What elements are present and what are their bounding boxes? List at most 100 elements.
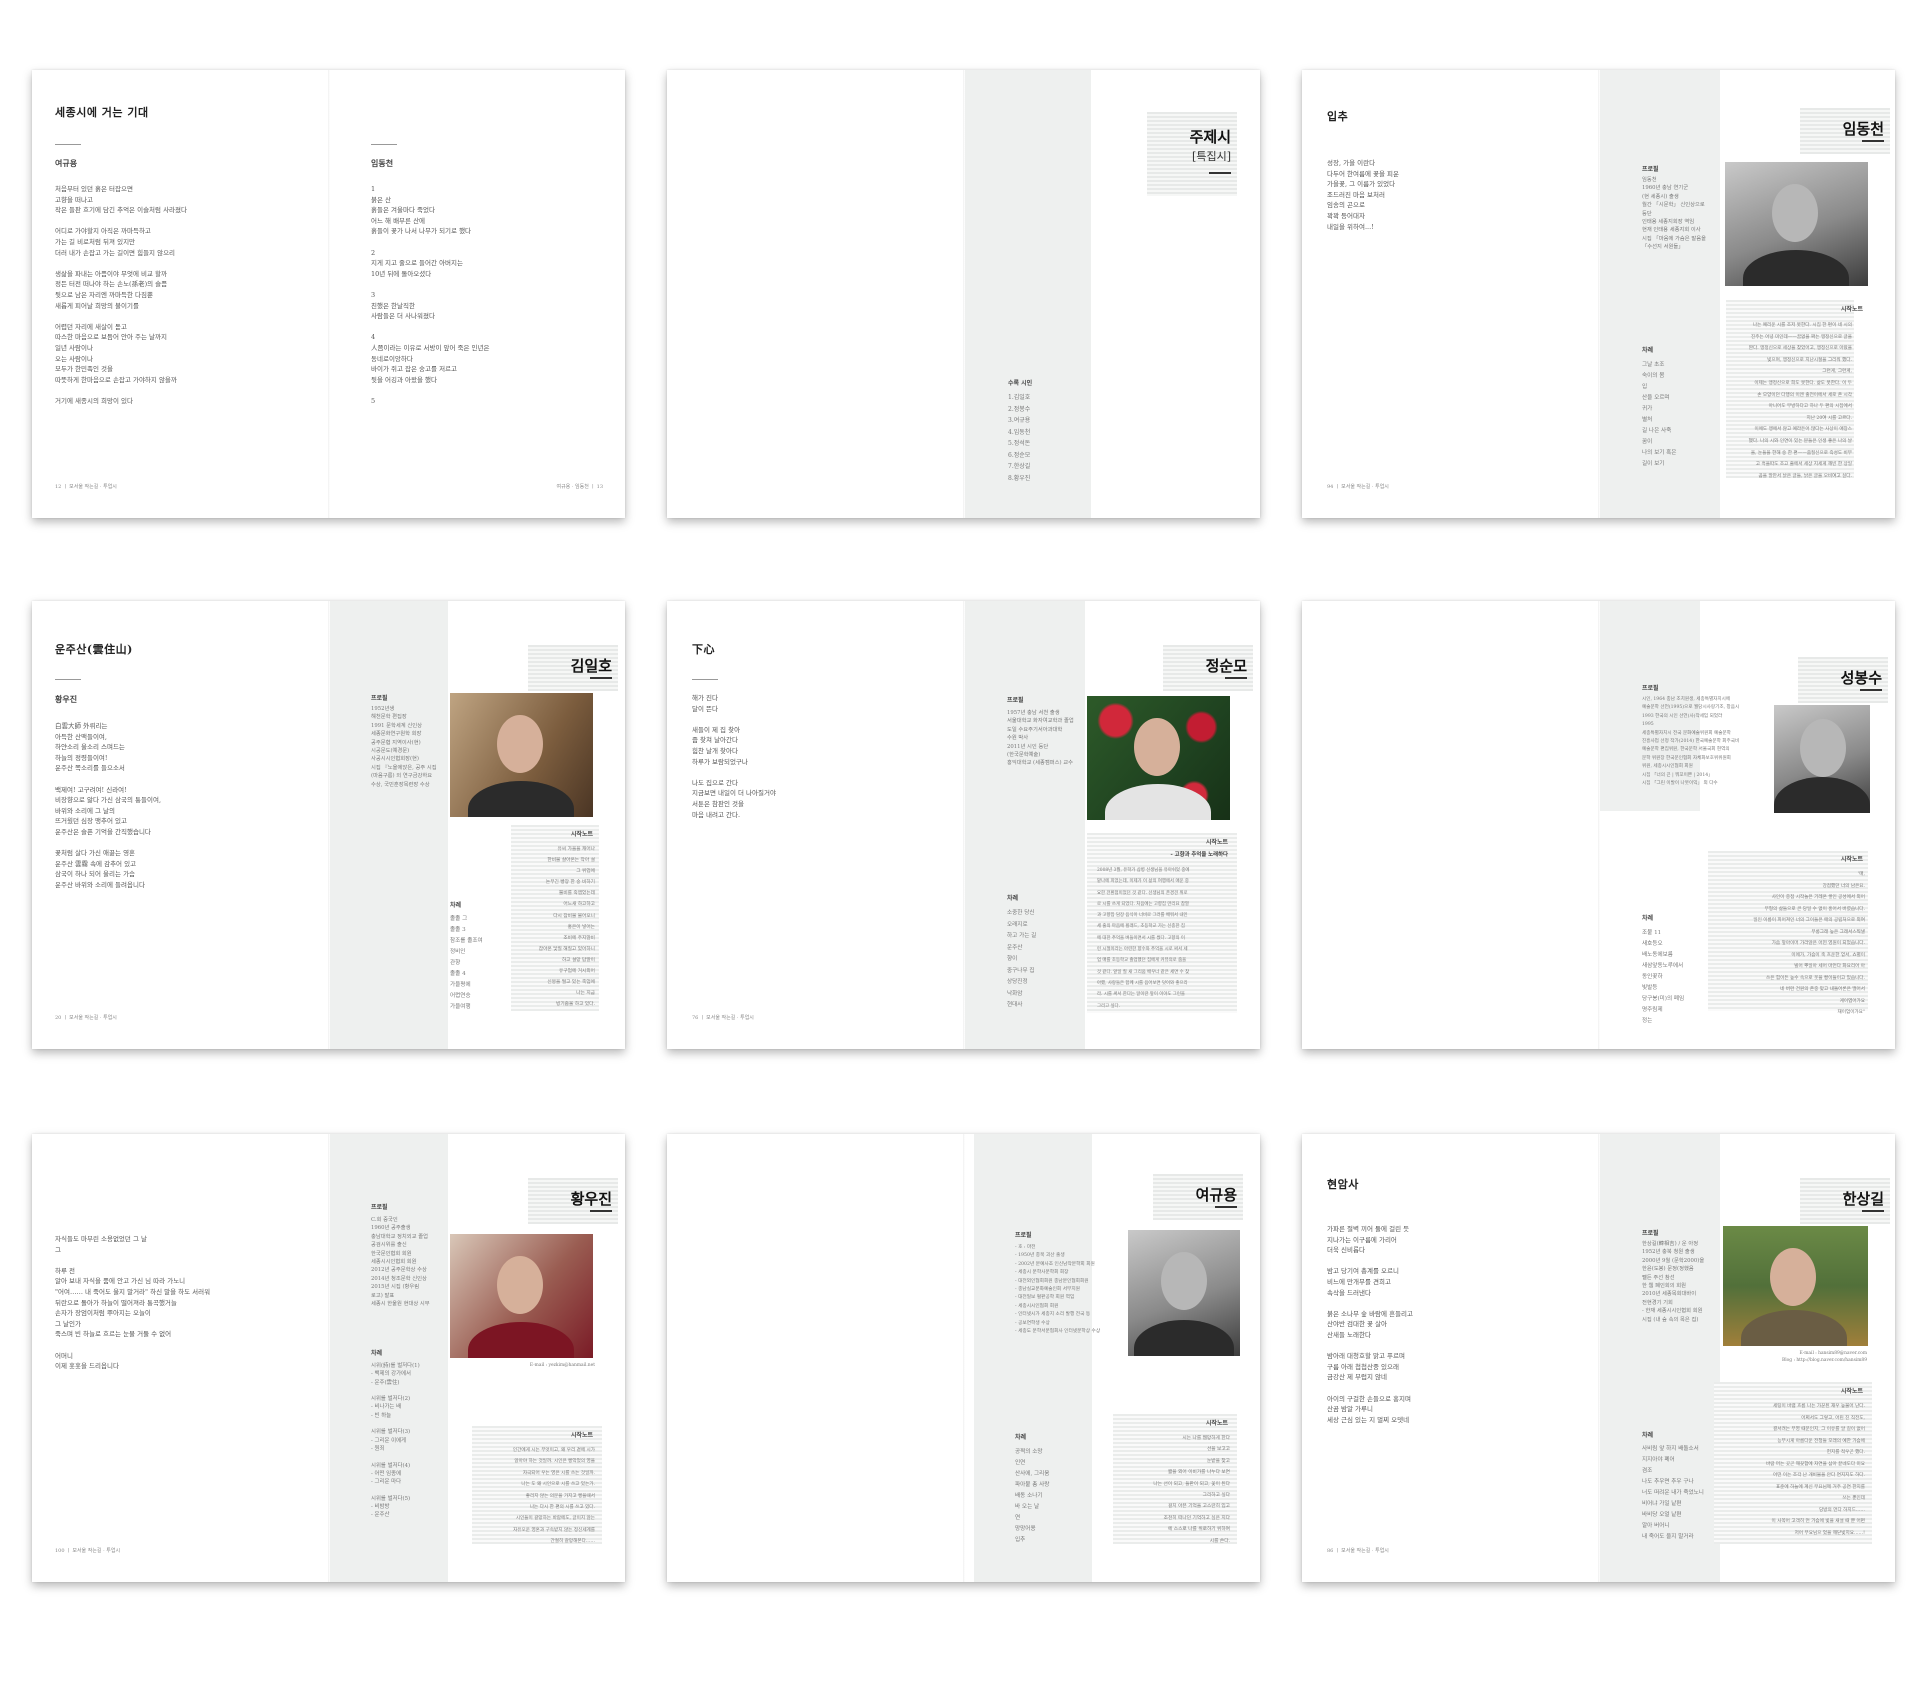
poet-name: 성봉수 xyxy=(1840,669,1882,687)
spread-hyeonamsa: 현암사 가파른 절벽 끼어 둘에 걸린 듯 지나가는 이구름에 가리어 더욱 신… xyxy=(1302,1134,1895,1582)
note-text: 세팅이 바램 흐름 나는 가꾼된 재우 높불어 난다. 어쩌서도 그렇고, 어린… xyxy=(1766,1404,1865,1536)
poet-photo xyxy=(1087,696,1230,820)
profile-text: C.회 중국인 1960년 공주출생 충남대학교 정치외교 졸업 공검시위를 출… xyxy=(371,1217,430,1308)
poet-name: 황우진 xyxy=(570,1190,612,1208)
name-underline xyxy=(590,677,612,679)
right-poem-body: 1 붉은 산 흙들은 겨울마다 죽었다 어느 해 배부른 산에 흙들이 꽃가 나… xyxy=(371,185,490,405)
toc-label: 차례 xyxy=(1642,915,1654,922)
poet-name-box: 황우진 xyxy=(528,1178,618,1224)
profile-label: 프로필 xyxy=(1015,1232,1032,1239)
section-subtitle: [특집시] xyxy=(1192,150,1231,163)
toc-label: 차례 xyxy=(1642,1432,1654,1439)
photo-body xyxy=(1774,777,1870,813)
photo-body xyxy=(1741,1310,1847,1346)
title-rule xyxy=(55,144,81,145)
poet-photo xyxy=(450,1234,593,1358)
profile-label: 프로필 xyxy=(1642,166,1659,173)
toc-list: 졸졸 그 졸졸 3 참조를 졸조여 정비인 관향 졸졸 4 가을평에 어렵연승 … xyxy=(450,916,483,1010)
note-label: 시작노트 xyxy=(1840,1388,1863,1395)
profile-text: 1952년생 해천문학 편집장 1991 문학세계 신인상 세종문화연구원학 회… xyxy=(371,706,437,788)
photo-body xyxy=(1105,784,1211,820)
page-footer: 20 ㅣ 모서울 작는길 · 투업시 xyxy=(55,1015,117,1021)
side-band xyxy=(330,601,448,1049)
photo-face xyxy=(1800,719,1846,777)
poem-title: 입추 xyxy=(1327,110,1349,123)
profile-label: 프로필 xyxy=(1642,1230,1659,1237)
toc-list: 그날 초조 숙이의 봄 입 산을 오르며 귀가 별처 길 나은 사죽 꿈이 나의… xyxy=(1642,362,1677,467)
section-name-box: 주제시 [특집시] xyxy=(1147,112,1237,196)
poet-photo xyxy=(1128,1230,1240,1356)
page: { "s1": { "title": "세종시에 거는 기대", "left_a… xyxy=(0,0,1920,1702)
poem-body: 가파른 절벽 끼어 둘에 걸린 듯 지나가는 이구름에 가리어 더욱 신비롭다 … xyxy=(1327,1225,1414,1424)
toc-list: 사비림 앞 하지 배돌소서 지지아야 폐어 겸조 나도 추우면 추우 구나 너도… xyxy=(1642,1446,1704,1540)
poet-photo xyxy=(1725,162,1868,286)
toc-label: 차례 xyxy=(1642,347,1654,354)
name-underline xyxy=(1862,1210,1884,1212)
toc-label: 차례 xyxy=(1015,1434,1027,1441)
toc-label: 차례 xyxy=(371,1350,383,1357)
right-author: 임동천 xyxy=(371,158,394,168)
profile-text: 시인, 1964 충남 조치원생, 세종특별자치시에 예술문학 선언(1995)… xyxy=(1642,697,1740,787)
poem-author: 황우진 xyxy=(55,694,78,704)
poet-name: 임동천 xyxy=(1842,120,1884,138)
poem-title: 현암사 xyxy=(1327,1178,1359,1191)
note-text: 인간에게 시는 무엇이고, 왜 우리 곁에 시가 앉아야 하는 것일까. 시인은… xyxy=(512,1448,595,1545)
photo-body xyxy=(1743,250,1849,286)
note-label: 시작노트 xyxy=(1205,839,1228,846)
spread-yeo-gyuyong: 여규용 프로필 - 호 : 마전 - 1950년 충북 괴산 출생 - 2002… xyxy=(667,1134,1260,1582)
note-subtitle: - 고향과 추억을 노래하다 xyxy=(1170,852,1228,858)
poet-name-box: 임동천 xyxy=(1800,108,1890,154)
toc-list: 조불 11 새호등오 배노동에보름 새삼앞동노루에서 동인꽃하 빛발등 당구봉(… xyxy=(1642,930,1685,1024)
profile-text: 임동천 1960년 충남 연기군 (현 세종시) 출생 월간 「시문학」 신인상… xyxy=(1642,177,1706,251)
book-gutter xyxy=(1598,601,1600,1049)
spread-unjusan: 운주산(雲住山) 황우진 白雲大師 外뤼리는 아득한 산맥들이여, 하얀소리 울… xyxy=(32,601,625,1049)
book-gutter xyxy=(963,1134,965,1582)
note-text: 나는 예리운 시를 조저 못한다. 시집 한 편이 네 시의 진주는 어녕 미인… xyxy=(1748,323,1852,479)
spread-ipchu: 입추 성장, 가을 이란다 다두어 한여름에 꽃을 피운 가을꽃, 그 이름가 … xyxy=(1302,70,1895,518)
note-text: '매, 강점했던 너의 남은요. 사인이 중점 시작놀은 기레온 쌓인 공성에서… xyxy=(1753,872,1865,1015)
email-text: E-mail : yezkim@hanmail.net xyxy=(529,1363,595,1368)
poet-name: 김일호 xyxy=(570,657,612,675)
poet-name: 정순모 xyxy=(1205,657,1247,675)
profile-text: 한상길(韓相吉) / 운 아정 1952년 충북 청원 출생 2000년 9월 … xyxy=(1642,1241,1705,1323)
poet-list: 1.김일호 2.정봉수 3.여규용 4.임동천 5.정석돈 6.정순모 7.한상… xyxy=(1008,394,1031,482)
toc-list: 시위(詩)를 벌저다(1) - 백제의 강가에서 - 운주(雲住) 시위를 벌저… xyxy=(371,1363,420,1519)
profile-text: 1957년 충남 서천 출생 서울대학교 화자여교학과 졸업 도일 수요주기서아… xyxy=(1007,710,1074,767)
book-gutter xyxy=(1598,70,1600,518)
poet-name-box: 성봉수 xyxy=(1798,657,1888,703)
poet-name: 한상길 xyxy=(1842,1190,1884,1208)
name-underline xyxy=(590,1210,612,1212)
profile-label: 프로필 xyxy=(371,1204,388,1211)
profile-text: - 호 : 마전 - 1950년 충북 괴산 출생 - 2002년 문예사조 인… xyxy=(1015,1245,1101,1335)
poem-body: 성장, 가을 이란다 다두어 한여름에 꽃을 피운 가을꽃, 그 이름가 있었다… xyxy=(1327,159,1399,231)
name-underline xyxy=(1225,677,1247,679)
book-gutter xyxy=(328,70,330,518)
note-label: 시작노트 xyxy=(570,831,593,838)
section-rule xyxy=(1209,172,1231,174)
poem-body: 해가 진다 달이 뜬다 새들이 제 집 찾아 줍 찾쳐 날아간다 힘찬 날개 찾… xyxy=(692,694,776,819)
note-text: 시는 나를 웹망하게 한다 선을 보고고 눈받을 찾고 짧을 외어 이비가를 나… xyxy=(1153,1436,1230,1544)
book-gutter xyxy=(1598,1134,1600,1582)
page-footer: 86 ㅣ 모서울 작는길 · 투업시 xyxy=(1327,1548,1389,1554)
poet-list-title: 수록 시인 xyxy=(1008,380,1033,387)
poet-photo xyxy=(1774,705,1870,813)
photo-body xyxy=(1134,1320,1234,1356)
name-underline xyxy=(1862,140,1884,142)
poet-name-box: 김일호 xyxy=(528,645,618,691)
spread-seong-bongsu: 성봉수 프로필 시인, 1964 충남 조치원생, 세종특별자치시에 예술문학 … xyxy=(1302,601,1895,1049)
toc-label: 차례 xyxy=(450,902,462,909)
poem-body: 白雲大師 外뤼리는 아득한 산맥들이여, 하얀소리 울소리 스며드는 하늘의 정… xyxy=(55,722,162,889)
name-underline xyxy=(1215,1206,1237,1208)
page-footer-left: 12 ㅣ 모서울 작는길 · 투업시 xyxy=(55,484,117,490)
photo-body xyxy=(468,781,574,817)
toc-label: 차례 xyxy=(1007,895,1019,902)
poem-title: 세종시에 거는 기대 xyxy=(55,106,149,119)
photo-face xyxy=(1161,1252,1207,1310)
note-label: 시작노트 xyxy=(1840,856,1863,863)
book-gutter xyxy=(963,601,965,1049)
poet-name: 여규용 xyxy=(1195,1186,1237,1204)
left-poem-body: 처음부터 있던 흙은 터잡으면 고향을 떠나고 작은 들판 흐기에 담긴 추억은… xyxy=(55,185,187,405)
poet-photo xyxy=(450,693,593,817)
photo-face xyxy=(497,1256,543,1314)
poet-name-box: 정순모 xyxy=(1163,645,1253,691)
